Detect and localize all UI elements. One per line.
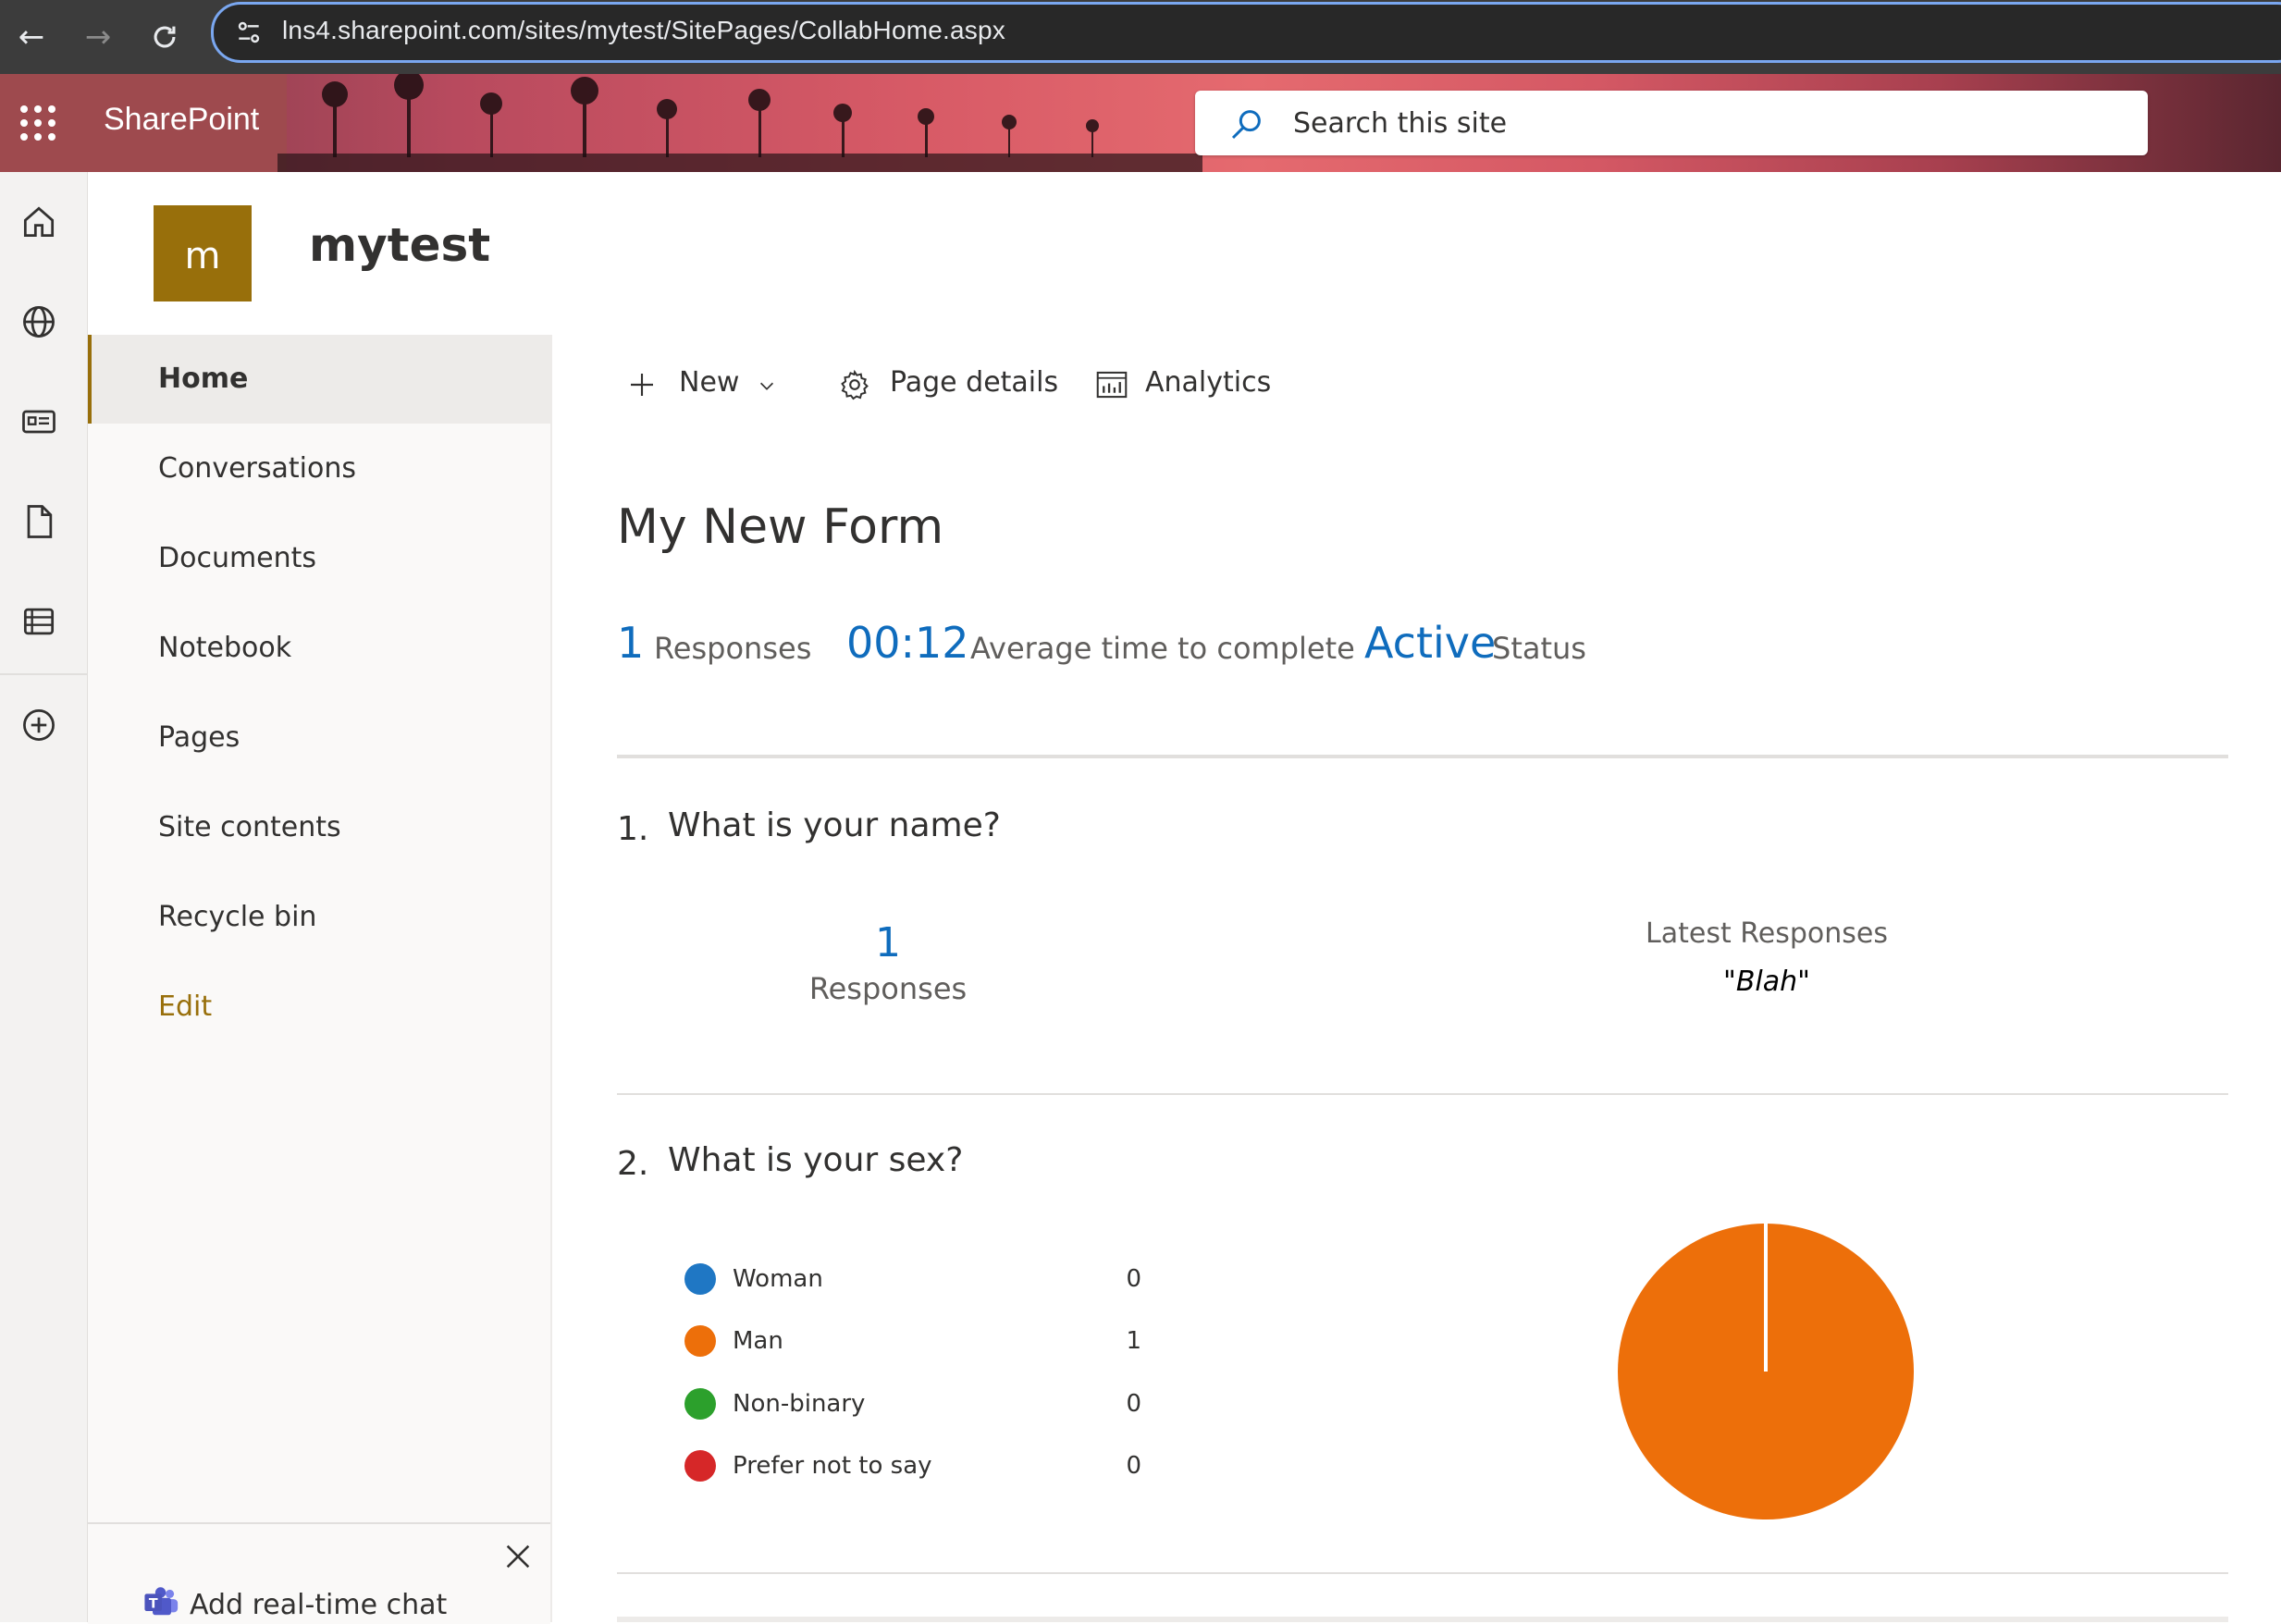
question-text: What is your name?: [668, 806, 1001, 844]
add-circle-icon[interactable]: [18, 705, 59, 745]
app-bar-divider: [0, 673, 87, 675]
home-icon[interactable]: [18, 202, 59, 242]
legend-label: Man: [733, 1327, 783, 1355]
form-title: My New Form: [617, 499, 944, 555]
question-response-count: 1: [875, 919, 901, 966]
legend-item-prefer-not-to-say: Prefer not to say 0: [684, 1446, 1202, 1483]
status-label: Status: [1492, 631, 1586, 666]
site-search-box[interactable]: Search this site: [1195, 91, 2148, 155]
site-info-icon[interactable]: [234, 18, 264, 47]
avg-time-label: Average time to complete: [970, 631, 1355, 666]
legend-swatch: [684, 1325, 716, 1357]
new-button-label: New: [679, 366, 740, 399]
legend-item-man: Man 1: [684, 1322, 1202, 1359]
nav-item-site-contents[interactable]: Site contents: [88, 783, 550, 872]
suite-header: SharePoint Search this site: [0, 74, 2281, 172]
search-placeholder: Search this site: [1293, 107, 1508, 140]
nav-item-documents[interactable]: Documents: [88, 514, 550, 603]
section-divider: [617, 755, 2228, 758]
legend-count: 0: [1126, 1390, 1141, 1418]
gear-icon: [841, 369, 869, 400]
legend-swatch: [684, 1388, 716, 1420]
section-divider: [617, 1617, 2228, 1622]
nav-item-label: Conversations: [158, 452, 356, 485]
site-logo[interactable]: m: [154, 205, 252, 301]
analytics-button[interactable]: Analytics: [1095, 363, 1280, 407]
nav-item-label: Pages: [158, 721, 240, 754]
legend-label: Woman: [733, 1265, 823, 1293]
new-button[interactable]: New: [625, 363, 783, 407]
teams-icon: T: [144, 1587, 179, 1616]
analytics-label: Analytics: [1145, 366, 1272, 399]
app-bar: [0, 172, 88, 1622]
legend-item-woman: Woman 0: [684, 1260, 1202, 1297]
legend-label: Prefer not to say: [733, 1452, 932, 1480]
status-value: Active: [1364, 618, 1497, 668]
responses-label: Responses: [654, 631, 812, 666]
page-details-button[interactable]: Page details: [838, 363, 1058, 407]
question-response-label: Responses: [808, 971, 968, 1006]
nav-item-label: Recycle bin: [158, 901, 317, 933]
page-details-label: Page details: [890, 366, 1059, 399]
file-icon[interactable]: [18, 501, 59, 542]
question-number: 2.: [617, 1145, 649, 1183]
question-divider: [617, 1572, 2228, 1574]
legend-swatch: [684, 1450, 716, 1482]
url-text: lns4.sharepoint.com/sites/mytest/SitePag…: [282, 16, 1005, 44]
legend-label: Non-binary: [733, 1390, 866, 1418]
search-icon: [1231, 110, 1261, 140]
site-title[interactable]: mytest: [309, 218, 490, 272]
lists-icon[interactable]: [18, 601, 59, 642]
nav-item-home[interactable]: Home: [88, 335, 550, 424]
legend-item-non-binary: Non-binary 0: [684, 1384, 1202, 1421]
plus-icon: [631, 374, 653, 396]
nav-item-label: Documents: [158, 542, 317, 574]
nav-item-label: Site contents: [158, 811, 341, 843]
forward-icon[interactable]: →: [76, 15, 120, 59]
nav-item-label: Notebook: [158, 632, 292, 664]
news-icon[interactable]: [18, 401, 59, 442]
browser-toolbar: ← → lns4.sharepoint.com/sites/mytest/Sit…: [0, 0, 2281, 74]
reload-icon[interactable]: [142, 15, 187, 59]
nav-item-pages[interactable]: Pages: [88, 694, 550, 782]
legend-count: 0: [1126, 1265, 1141, 1293]
nav-edit-link[interactable]: Edit: [88, 963, 550, 1052]
legend-count: 1: [1126, 1327, 1141, 1355]
nav-item-notebook[interactable]: Notebook: [88, 604, 550, 693]
responses-count: 1: [617, 618, 645, 668]
palm-tree-banner: [277, 74, 1202, 172]
global-icon[interactable]: [18, 301, 59, 342]
address-bar[interactable]: lns4.sharepoint.com/sites/mytest/SitePag…: [211, 2, 2281, 63]
legend-count: 0: [1126, 1452, 1141, 1480]
form-summary-stats: 1 Responses 00:12 Average time to comple…: [617, 618, 2281, 673]
chevron-down-icon: [759, 382, 774, 390]
nav-item-label: Edit: [158, 990, 213, 1023]
back-icon[interactable]: ←: [9, 15, 54, 59]
nav-item-recycle-bin[interactable]: Recycle bin: [88, 873, 550, 962]
responses-pie-chart: [1618, 1224, 1914, 1519]
close-icon[interactable]: [502, 1541, 534, 1572]
legend-swatch: [684, 1263, 716, 1295]
site-navigation: Home Conversations Documents Notebook Pa…: [88, 335, 552, 1622]
app-launcher-icon[interactable]: [20, 105, 55, 141]
question-divider: [617, 1093, 2228, 1095]
avg-time-value: 00:12: [846, 618, 969, 668]
question-text: What is your sex?: [668, 1141, 964, 1179]
latest-responses-label: Latest Responses: [1646, 917, 1888, 950]
question-number: 1.: [617, 810, 649, 848]
add-chat-panel: T Add real-time chat: [88, 1522, 550, 1624]
sharepoint-home-link[interactable]: SharePoint: [104, 102, 259, 138]
nav-item-conversations[interactable]: Conversations: [88, 424, 550, 513]
svg-text:T: T: [149, 1596, 158, 1611]
nav-item-label: Home: [158, 363, 249, 395]
analytics-icon: [1096, 371, 1128, 399]
latest-response-value: "Blah": [1723, 966, 1810, 998]
add-chat-link[interactable]: Add real-time chat: [190, 1589, 447, 1621]
